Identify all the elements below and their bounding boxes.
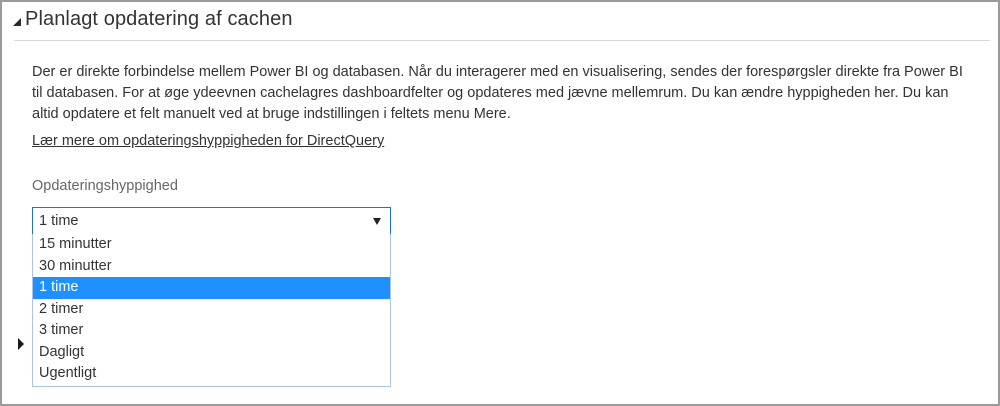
frequency-options-list: 15 minutter 30 minutter 1 time 2 timer 3… xyxy=(32,234,391,387)
frequency-option[interactable]: 15 minutter xyxy=(33,234,390,256)
section-header-scheduled-cache-refresh[interactable]: Planlagt opdatering af cachen xyxy=(13,8,293,31)
frequency-option[interactable]: Ugentligt xyxy=(33,363,390,385)
triangle-expanded-icon xyxy=(13,17,21,26)
settings-panel: Planlagt opdatering af cachen Der er dir… xyxy=(0,0,1000,406)
frequency-selected-value: 1 time xyxy=(39,213,79,229)
frequency-dropdown[interactable]: 1 time xyxy=(32,207,391,235)
chevron-down-icon xyxy=(373,218,381,225)
frequency-option[interactable]: 2 timer xyxy=(33,299,390,321)
frequency-option[interactable]: Dagligt xyxy=(33,342,390,364)
section-description: Der er direkte forbindelse mellem Power … xyxy=(32,64,963,122)
frequency-option[interactable]: 3 timer xyxy=(33,320,390,342)
frequency-option[interactable]: 30 minutter xyxy=(33,256,390,278)
frequency-label: Opdateringshyppighed xyxy=(32,178,178,194)
section-divider xyxy=(14,40,990,41)
section-title: Planlagt opdatering af cachen xyxy=(25,8,293,30)
frequency-option[interactable]: 1 time xyxy=(33,277,390,299)
learn-more-link[interactable]: Lær mere om opdateringshyppigheden for D… xyxy=(32,133,384,149)
collapsed-section-caret-icon[interactable] xyxy=(18,338,24,350)
